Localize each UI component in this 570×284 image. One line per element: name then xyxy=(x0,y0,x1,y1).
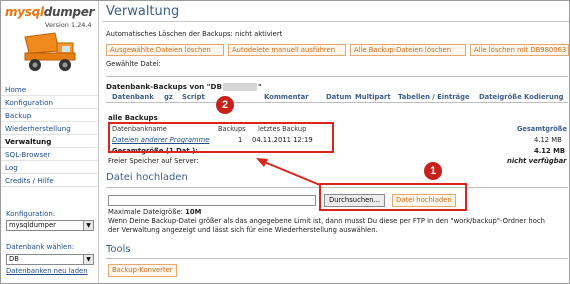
sidebar: mysqldumper Version 1.24.4 Home Konfigur… xyxy=(1,1,99,283)
annotation-marker-2: 2 xyxy=(216,96,234,114)
column-header-kommentar: Kommentar xyxy=(264,93,309,101)
database-label: Datenbank wählen: xyxy=(6,243,75,251)
nav-item-sql-browser[interactable]: SQL-Browser xyxy=(1,148,98,161)
annotation-box-backups xyxy=(108,122,334,153)
free-space-value: nicht verfügbar xyxy=(507,157,567,165)
max-filesize-label: Maximale Dateigröße: xyxy=(108,208,183,216)
nav-item-backup[interactable]: Backup xyxy=(1,109,98,122)
delete-all-db-button[interactable]: Alle löschen mit DB980063 xyxy=(470,44,569,56)
chevron-down-icon: ▼ xyxy=(83,255,93,264)
column-header-multipart: Multipart xyxy=(355,93,391,101)
divider xyxy=(106,258,568,259)
divider xyxy=(106,102,568,103)
nav-item-konfiguration[interactable]: Konfiguration xyxy=(1,96,98,109)
database-select[interactable]: DB ▼ xyxy=(6,254,94,265)
selected-file-label: Gewählte Datei: xyxy=(106,60,161,68)
max-filesize-value: 10M xyxy=(185,208,202,216)
config-label: Konfiguration: xyxy=(6,210,56,218)
version-label: Version 1.24.4 xyxy=(45,21,92,29)
backup-row-size: 4.12 MB xyxy=(534,136,562,144)
config-select-value: mysqldumper xyxy=(9,221,56,229)
annotation-box-upload xyxy=(319,183,467,211)
autodelete-manual-button[interactable]: Autodelete manuell ausführen xyxy=(228,44,346,56)
nav-item-wiederherstellung[interactable]: Wiederherstellung xyxy=(1,122,98,135)
database-select-value: DB xyxy=(9,255,19,263)
upload-info-text: Wenn Deine Backup-Datei größer als das a… xyxy=(108,217,545,234)
tools-section-title: Tools xyxy=(106,244,131,255)
nav-item-credits-hilfe[interactable]: Credits / Hilfe xyxy=(1,174,98,187)
column-header-script: Script xyxy=(182,93,205,101)
backup-converter-button[interactable]: Backup-Konverter xyxy=(108,264,177,277)
column-header-tabellen: Tabellen / Einträge xyxy=(398,93,470,101)
total-size-value: 4.12 MB xyxy=(534,147,566,155)
delete-all-backups-button[interactable]: Alle Backup-Dateien löschen xyxy=(350,44,466,56)
autodelete-status: Automatisches Löschen der Backups: nicht… xyxy=(106,30,283,38)
dump-truck-icon xyxy=(24,32,76,71)
divider xyxy=(102,21,569,22)
summary-header-total: Gesamtgröße xyxy=(517,125,567,133)
divider xyxy=(106,76,568,77)
app-logo: mysqldumper xyxy=(5,5,95,19)
main-navigation: Home Konfiguration Backup Wiederherstell… xyxy=(1,83,98,187)
reload-databases-link[interactable]: Datenbanken neu laden xyxy=(6,267,88,275)
column-header-dateigroesse: Dateigröße xyxy=(479,93,522,101)
all-backups-heading: alle Backups xyxy=(108,114,158,122)
max-filesize: Maximale Dateigröße: 10M xyxy=(108,208,201,216)
delete-selected-button[interactable]: Ausgewählte Dateien löschen xyxy=(106,44,224,56)
backups-table-title: Datenbank-Backups von "DB " xyxy=(106,82,262,91)
nav-item-log[interactable]: Log xyxy=(1,161,98,174)
nav-item-verwaltung[interactable]: Verwaltung xyxy=(1,135,98,148)
column-header-kodierung: Kodierung xyxy=(524,93,564,101)
redacted-db-name xyxy=(222,83,257,91)
annotation-marker-1: 1 xyxy=(424,162,442,180)
upload-file-input[interactable] xyxy=(108,195,316,206)
config-select[interactable]: mysqldumper ▼ xyxy=(6,220,94,231)
page-title: Verwaltung xyxy=(106,4,180,19)
chevron-down-icon: ▼ xyxy=(83,221,93,230)
column-header-gz: gz xyxy=(164,93,173,101)
column-header-datenbank: Datenbank xyxy=(112,93,154,101)
nav-item-home[interactable]: Home xyxy=(1,83,98,96)
upload-section-title: Datei hochladen xyxy=(106,172,188,183)
free-space-label: Freier Speicher auf Server: xyxy=(108,157,199,165)
column-header-datum: Datum xyxy=(326,93,352,101)
